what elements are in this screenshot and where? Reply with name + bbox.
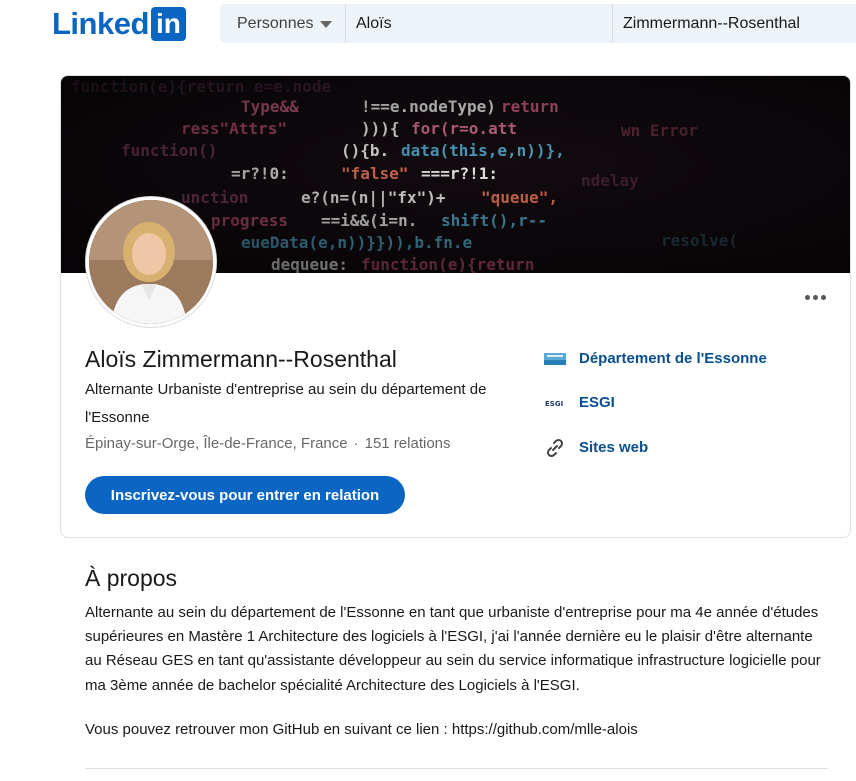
profile-location: Épinay-sur-Orge, Île-de-France, France [85,435,348,452]
websites-link[interactable]: Sites web [544,438,649,457]
dot [820,294,826,300]
caret-down-icon [319,21,332,28]
more-options-button[interactable] [800,285,830,309]
essonne-logo-icon [544,351,566,367]
profile-connections: 151 relations [364,435,451,452]
last-name-input[interactable] [613,4,856,43]
dot [804,294,810,300]
esgi-logo-icon: ESGI [544,395,566,411]
search-category-label: Personnes [237,14,314,32]
link-icon [544,438,566,457]
logo-wordmark: Linked [52,6,149,41]
about-heading: À propos [85,565,178,591]
school-link-label: ESGI [579,394,615,411]
svg-text:ESGI: ESGI [545,400,563,408]
profile-headline: Alternante Urbaniste d'entreprise au sei… [85,381,487,426]
search-category-dropdown[interactable]: Personnes [220,4,346,43]
section-divider [85,768,828,769]
profile-meta: Épinay-sur-Orge, Île-de-France, France · 1… [85,435,451,452]
profile-name: Aloïs Zimmermann--Rosenthal [85,346,397,372]
meta-separator: · [353,435,359,452]
people-search-bar: Personnes [220,4,856,43]
dot [812,294,818,300]
company-link-essonne[interactable]: Département de l'Essonne [544,350,767,367]
logo-in-box: in [150,7,186,41]
company-link-label: Département de l'Essonne [579,350,767,367]
about-github-line: Vous pouvez retrouver mon GitHub en suiv… [85,721,638,738]
join-to-connect-button[interactable]: Inscrivez-vous pour entrer en relation [85,476,405,514]
profile-avatar[interactable] [86,197,216,327]
first-name-input[interactable] [346,4,613,43]
linkedin-logo[interactable]: Linked in [52,6,186,42]
websites-link-label: Sites web [579,439,649,456]
about-body: Alternante au sein du département de l'E… [85,604,821,694]
school-link-esgi[interactable]: ESGI ESGI [544,394,615,411]
